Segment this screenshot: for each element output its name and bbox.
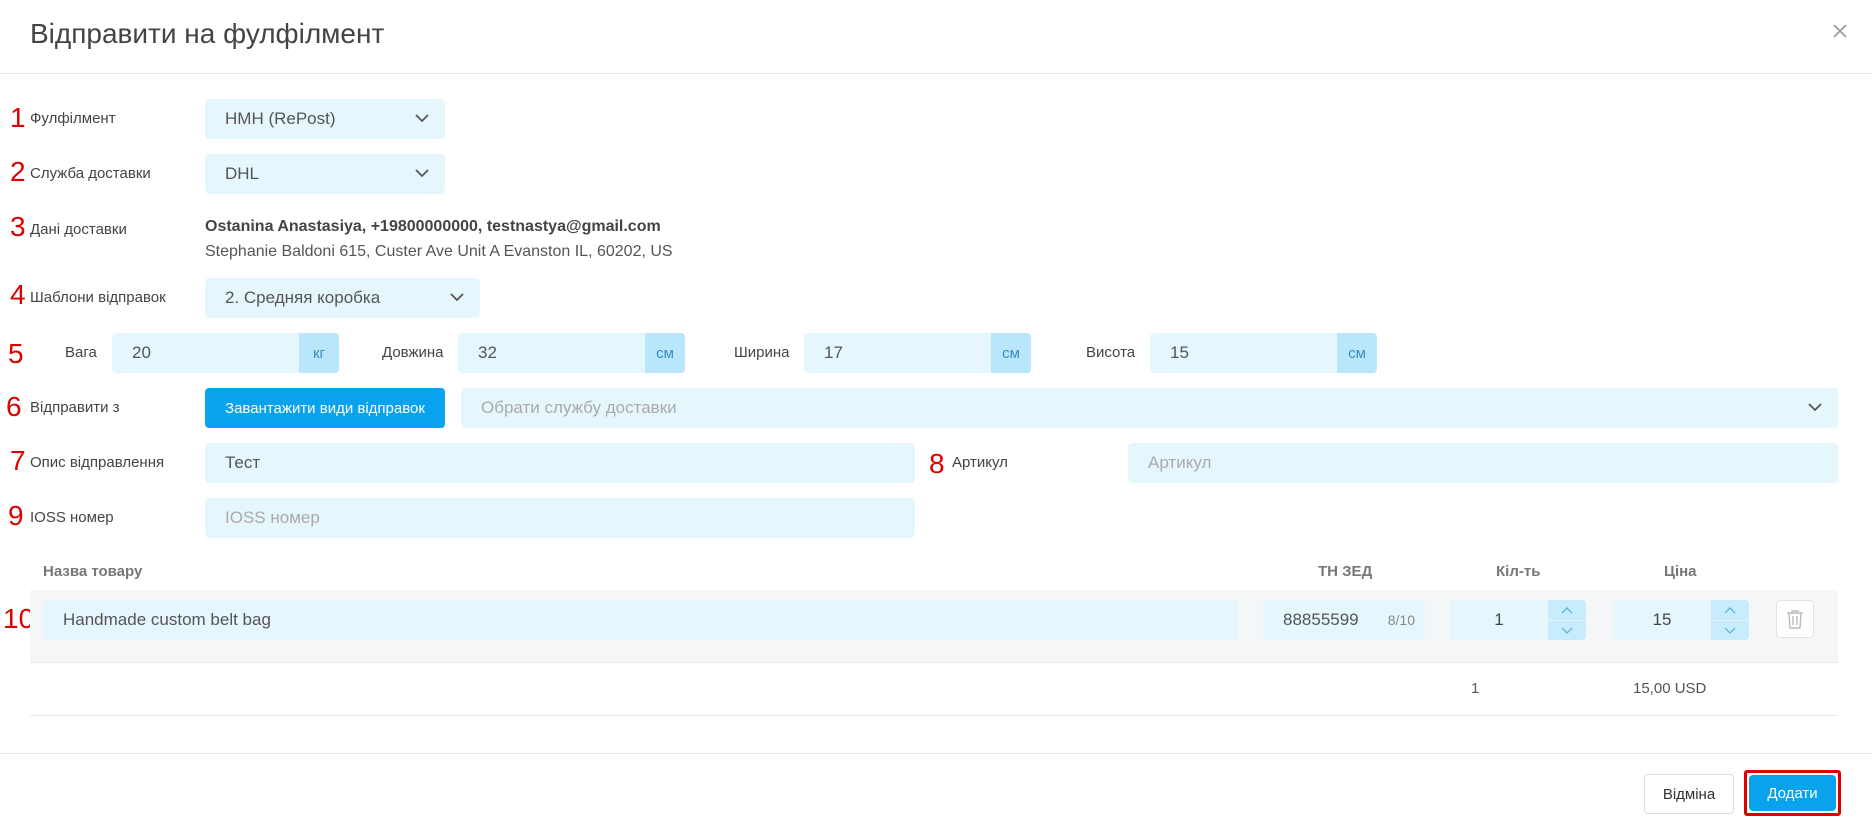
qty-increase-button[interactable] xyxy=(1548,600,1586,620)
annotation-2: 2 xyxy=(10,156,26,187)
ioss-placeholder: IOSS номер xyxy=(225,508,320,527)
article-label: Артикул xyxy=(952,454,1008,471)
ioss-input[interactable]: IOSS номер xyxy=(205,498,915,538)
totals-divider xyxy=(30,715,1838,716)
width-unit: см xyxy=(991,333,1031,373)
column-header-qty: Кіл-ть xyxy=(1496,563,1541,580)
height-input[interactable]: 15 см xyxy=(1150,333,1377,373)
length-input[interactable]: 32 см xyxy=(458,333,685,373)
cancel-button[interactable]: Відміна xyxy=(1644,774,1734,814)
description-input[interactable]: Тест xyxy=(205,443,915,483)
row-divider xyxy=(30,662,1838,663)
product-name-input[interactable]: Handmade custom belt bag xyxy=(43,600,1238,640)
height-label: Висота xyxy=(1086,344,1136,361)
send-from-label: Відправити з xyxy=(30,399,120,416)
templates-value: 2. Средняя коробка xyxy=(225,288,381,307)
article-placeholder: Артикул xyxy=(1148,453,1212,472)
trash-icon xyxy=(1787,610,1803,629)
hs-code-value: 88855599 xyxy=(1283,610,1359,629)
weight-value: 20 xyxy=(132,343,151,362)
width-input[interactable]: 17 см xyxy=(804,333,1031,373)
annotation-4: 4 xyxy=(10,279,26,310)
dialog-title: Відправити на фулфілмент xyxy=(30,18,385,49)
delivery-data-label: Дані доставки xyxy=(30,221,127,238)
weight-unit: кг xyxy=(299,333,339,373)
length-label: Довжина xyxy=(382,344,444,361)
dialog-header: Відправити на фулфілмент xyxy=(0,0,1872,74)
chevron-up-icon xyxy=(1724,606,1736,614)
price-increase-button[interactable] xyxy=(1711,600,1749,620)
chevron-down-icon xyxy=(450,293,464,302)
width-label: Ширина xyxy=(734,344,790,361)
ioss-label: IOSS номер xyxy=(30,509,114,526)
shipping-service-placeholder: Обрати службу доставки xyxy=(481,398,677,417)
footer-divider xyxy=(0,753,1872,754)
qty-decrease-button[interactable] xyxy=(1548,620,1586,640)
annotation-3: 3 xyxy=(10,211,26,242)
delivery-service-value: DHL xyxy=(225,164,260,183)
description-label: Опис відправлення xyxy=(30,454,165,471)
delivery-service-label: Служба доставки xyxy=(30,165,151,182)
add-button-highlight xyxy=(1744,770,1841,816)
length-value: 32 xyxy=(478,343,497,362)
column-header-hs-code: ТН ЗЕД xyxy=(1318,563,1373,580)
delivery-service-select[interactable]: DHL xyxy=(205,154,445,194)
height-unit: см xyxy=(1337,333,1377,373)
annotation-8: 8 xyxy=(929,448,945,479)
description-value: Тест xyxy=(225,453,261,472)
weight-label: Вага xyxy=(65,344,97,361)
length-unit: см xyxy=(645,333,685,373)
annotation-1: 1 xyxy=(10,102,26,133)
chevron-down-icon xyxy=(1724,626,1736,634)
hs-code-counter: 8/10 xyxy=(1387,612,1415,628)
chevron-up-icon xyxy=(1561,606,1573,614)
fulfillment-select[interactable]: HMH (RePost) xyxy=(205,99,445,139)
delete-row-button[interactable] xyxy=(1776,600,1814,638)
product-name-value: Handmade custom belt bag xyxy=(63,610,271,629)
fulfillment-value: HMH (RePost) xyxy=(225,109,336,128)
column-header-name: Назва товару xyxy=(43,563,143,580)
templates-label: Шаблони відправок xyxy=(30,289,166,306)
close-icon[interactable] xyxy=(1829,20,1851,42)
price-value: 15 xyxy=(1652,610,1672,629)
annotation-7: 7 xyxy=(10,445,26,476)
annotation-6: 6 xyxy=(6,391,22,422)
shipping-service-select[interactable]: Обрати службу доставки xyxy=(461,388,1838,428)
hs-code-input[interactable]: 88855599 8/10 xyxy=(1263,600,1425,640)
total-price: 15,00 USD xyxy=(1633,680,1707,697)
width-value: 17 xyxy=(824,343,843,362)
qty-value: 1 xyxy=(1494,610,1504,629)
chevron-down-icon xyxy=(415,169,429,178)
total-qty: 1 xyxy=(1471,680,1480,697)
chevron-down-icon xyxy=(415,114,429,123)
chevron-down-icon xyxy=(1808,403,1822,412)
height-value: 15 xyxy=(1170,343,1189,362)
recipient-address: Stephanie Baldoni 615, Custer Ave Unit A… xyxy=(205,243,673,260)
article-input[interactable]: Артикул xyxy=(1128,443,1838,483)
load-shipment-types-button[interactable]: Завантажити види відправок xyxy=(205,388,445,428)
fulfillment-label: Фулфілмент xyxy=(30,110,116,127)
price-stepper[interactable]: 15 xyxy=(1613,600,1749,640)
column-header-price: Ціна xyxy=(1664,563,1697,580)
annotation-9: 9 xyxy=(8,500,24,531)
weight-input[interactable]: 20 кг xyxy=(112,333,339,373)
annotation-5: 5 xyxy=(8,338,24,369)
price-decrease-button[interactable] xyxy=(1711,620,1749,640)
qty-stepper[interactable]: 1 xyxy=(1450,600,1586,640)
recipient-contact: Ostanina Anastasiya, +19800000000, testn… xyxy=(205,218,661,235)
chevron-down-icon xyxy=(1561,626,1573,634)
templates-select[interactable]: 2. Средняя коробка xyxy=(205,278,480,318)
